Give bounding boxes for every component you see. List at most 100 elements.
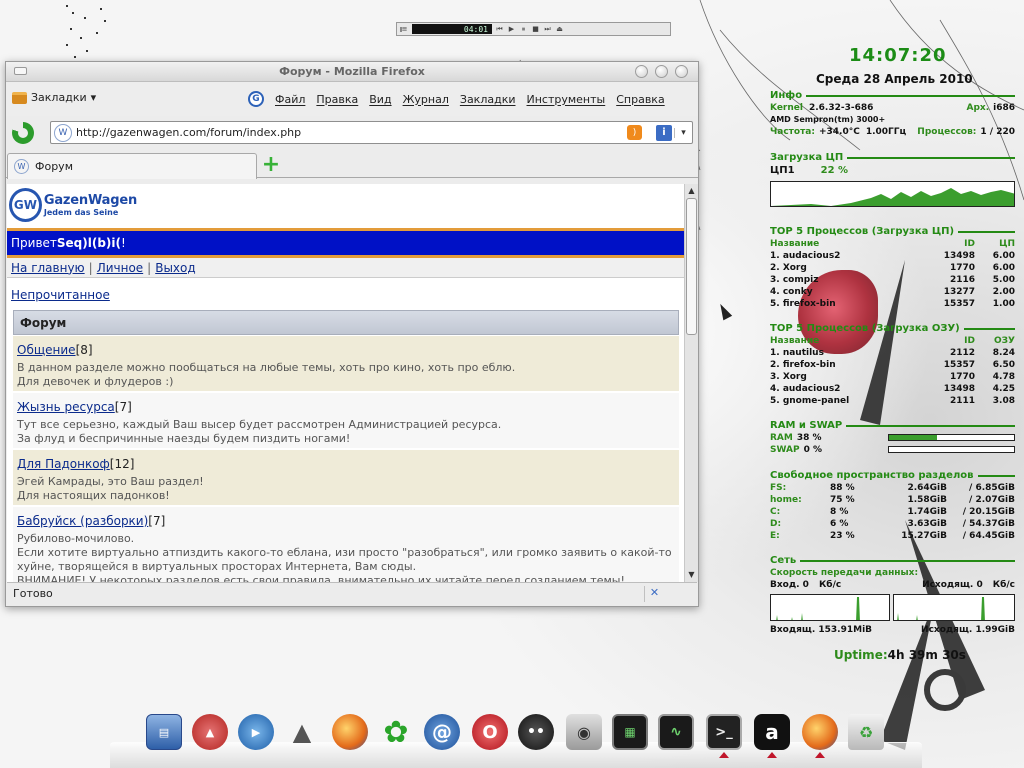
section-description: хуйне, творящейся в виртуальных простора…: [17, 560, 417, 573]
cpu-name: AMD Sempron(tm) 3000+: [770, 115, 886, 124]
menu-file[interactable]: Файл: [275, 93, 305, 106]
net-speed-title: Скорость передачи данных:: [770, 568, 919, 578]
next-icon[interactable]: ⏭: [543, 25, 552, 34]
email-icon[interactable]: @: [424, 714, 460, 750]
media-player-icon[interactable]: ▶: [238, 714, 274, 750]
section-description: В данном разделе можно пообщаться на люб…: [17, 361, 516, 374]
link-personal[interactable]: Личное: [97, 261, 143, 275]
terminal-icon[interactable]: >_: [706, 714, 742, 750]
maximize-icon[interactable]: [655, 65, 668, 78]
disk-row: E: 23 % 15.27GiB/ 64.45GiB: [770, 531, 1015, 541]
vlc-icon[interactable]: ▲: [284, 714, 320, 750]
eject-icon[interactable]: ⏏: [555, 25, 564, 33]
menu-view[interactable]: Вид: [369, 93, 391, 106]
running-indicator: [719, 752, 729, 758]
rss-icon[interactable]: ): [627, 125, 642, 140]
section-link[interactable]: Жызнь ресурса: [17, 400, 115, 414]
addon-status-icon[interactable]: ✕: [644, 586, 664, 602]
menu-bookmarks[interactable]: Закладки: [460, 93, 516, 106]
status-text: Готово: [13, 587, 53, 600]
icq-icon[interactable]: ✿: [378, 714, 414, 750]
top-cpu-row: 1. audacious2 13498 6.00: [770, 251, 1015, 261]
section-link[interactable]: Для Падонкоф: [17, 457, 110, 471]
section-description: Эгей Камрады, это Ваш раздел!: [17, 475, 204, 488]
audacious-icon[interactable]: a: [754, 714, 790, 750]
window-titlebar[interactable]: Форум - Mozilla Firefox: [6, 62, 698, 82]
separator: |: [147, 260, 152, 275]
stop-icon[interactable]: ■: [531, 25, 540, 33]
system-monitor-icon[interactable]: ▦: [612, 714, 648, 750]
opera-icon[interactable]: O: [472, 714, 508, 750]
section-title-row: Общение [8]: [17, 339, 675, 361]
firewall-icon[interactable]: ▲: [192, 714, 228, 750]
greeting-end: !: [121, 236, 126, 250]
link-home[interactable]: На главную: [11, 261, 85, 275]
top-mem-row: 2. firefox-bin 15357 6.50: [770, 360, 1015, 370]
disk-row: FS: 88 % 2.64GiB/ 6.85GiB: [770, 483, 1015, 493]
net-totals-row: Входящ. 153.91MiB Исходящ. 1.99GiB: [770, 625, 1015, 635]
scrollbar-thumb[interactable]: [686, 198, 697, 335]
tab-strip: W Форум +: [6, 150, 698, 179]
top-mem-columns: Название ID ОЗУ: [770, 336, 1015, 346]
section-link[interactable]: Бабруйск (разборки): [17, 514, 148, 528]
url-text[interactable]: http://gazenwagen.com/forum/index.php: [76, 126, 627, 139]
forum-section: Общение [8] В данном разделе можно пообщ…: [13, 336, 679, 391]
section-description: Для настоящих падонков!: [17, 489, 170, 502]
info-icon[interactable]: i: [656, 124, 672, 141]
forum-table-header: Форум: [13, 310, 679, 335]
section-description: ВНИМАНИЕ! У некоторых разделов есть свои…: [17, 574, 625, 582]
trash-icon[interactable]: ♻: [848, 714, 884, 750]
download-graph: [770, 594, 890, 621]
pidgin-icon[interactable]: ••: [518, 714, 554, 750]
firefox-icon[interactable]: [802, 714, 838, 750]
activity-monitor-icon[interactable]: ∿: [658, 714, 694, 750]
cpu-header: Загрузка ЦП: [770, 152, 1015, 163]
swap-bar: [888, 446, 1015, 453]
running-indicator: [815, 752, 825, 758]
top-cpu-row: 3. compiz 2116 5.00: [770, 275, 1015, 285]
user-nav-links: На главную | Личное | Выход: [7, 258, 684, 278]
top-cpu-columns: Название ID ЦП: [770, 239, 1015, 249]
close-icon[interactable]: [675, 65, 688, 78]
tab-forum[interactable]: W Форум: [7, 153, 257, 179]
firefox-icon[interactable]: [332, 714, 368, 750]
camera-icon[interactable]: ◉: [566, 714, 602, 750]
top-cpu-row: 5. firefox-bin 15357 1.00: [770, 299, 1015, 309]
menu-row: Закладки ▾ G Файл Правка Вид Журнал Закл…: [6, 82, 698, 116]
disk-row: C: 8 % 1.74GiB/ 20.15GiB: [770, 507, 1015, 517]
page-scrollbar[interactable]: ▲ ▼: [684, 184, 698, 582]
section-description: Тут все серьезно, каждый Ваш высер будет…: [17, 418, 502, 431]
scroll-up-icon[interactable]: ▲: [685, 184, 698, 197]
media-player-bar[interactable]: ≡ 04:01 ⏮ ▶ ⏸ ■ ⏭ ⏏: [396, 22, 671, 36]
running-indicator: [767, 752, 777, 758]
url-bar[interactable]: W http://gazenwagen.com/forum/index.php …: [50, 121, 693, 144]
net-speed-row: Вход. 0 Кб/с Исходящ. 0 Кб/с: [770, 580, 1015, 590]
system-icon[interactable]: ▤: [146, 714, 182, 750]
menu-edit[interactable]: Правка: [316, 93, 358, 106]
previous-icon[interactable]: ⏮: [495, 25, 504, 34]
bookmarks-menu-button[interactable]: Закладки ▾: [12, 91, 96, 104]
site-logo[interactable]: GW GazenWagen Jedem das Seine: [9, 186, 137, 224]
play-icon[interactable]: ▶: [507, 25, 516, 33]
new-tab-plus-icon[interactable]: +: [261, 154, 281, 176]
link-unread[interactable]: Непрочитанное: [11, 288, 110, 302]
kernel-row: Kernel 2.6.32-3-686 Арх. i686: [770, 103, 1015, 113]
link-logout[interactable]: Выход: [155, 261, 195, 275]
minimize-icon[interactable]: [635, 65, 648, 78]
volume-bar[interactable]: [400, 26, 402, 32]
pause-icon[interactable]: ⏸: [519, 25, 528, 34]
gazenwagen-logo-icon: GW: [9, 188, 42, 222]
reload-icon[interactable]: [12, 122, 34, 144]
menubar: G Файл Правка Вид Журнал Закладки Инстру…: [248, 91, 665, 107]
section-link[interactable]: Общение: [17, 343, 76, 357]
scroll-down-icon[interactable]: ▼: [685, 568, 698, 581]
menu-history[interactable]: Журнал: [403, 93, 449, 106]
menu-tools[interactable]: Инструменты: [527, 93, 606, 106]
gazenwagen-favicon-icon[interactable]: G: [248, 91, 264, 107]
dropdown-arrow-icon[interactable]: ▾: [674, 127, 692, 138]
top-cpu-header: TOP 5 Процессов (Загрузка ЦП): [770, 226, 1015, 237]
window-title: Форум - Mozilla Firefox: [279, 65, 425, 78]
menu-help[interactable]: Справка: [616, 93, 664, 106]
site-identity-icon[interactable]: W: [54, 123, 72, 142]
forum-section: Бабруйск (разборки) [7] Рубилово-мочилов…: [13, 507, 679, 582]
